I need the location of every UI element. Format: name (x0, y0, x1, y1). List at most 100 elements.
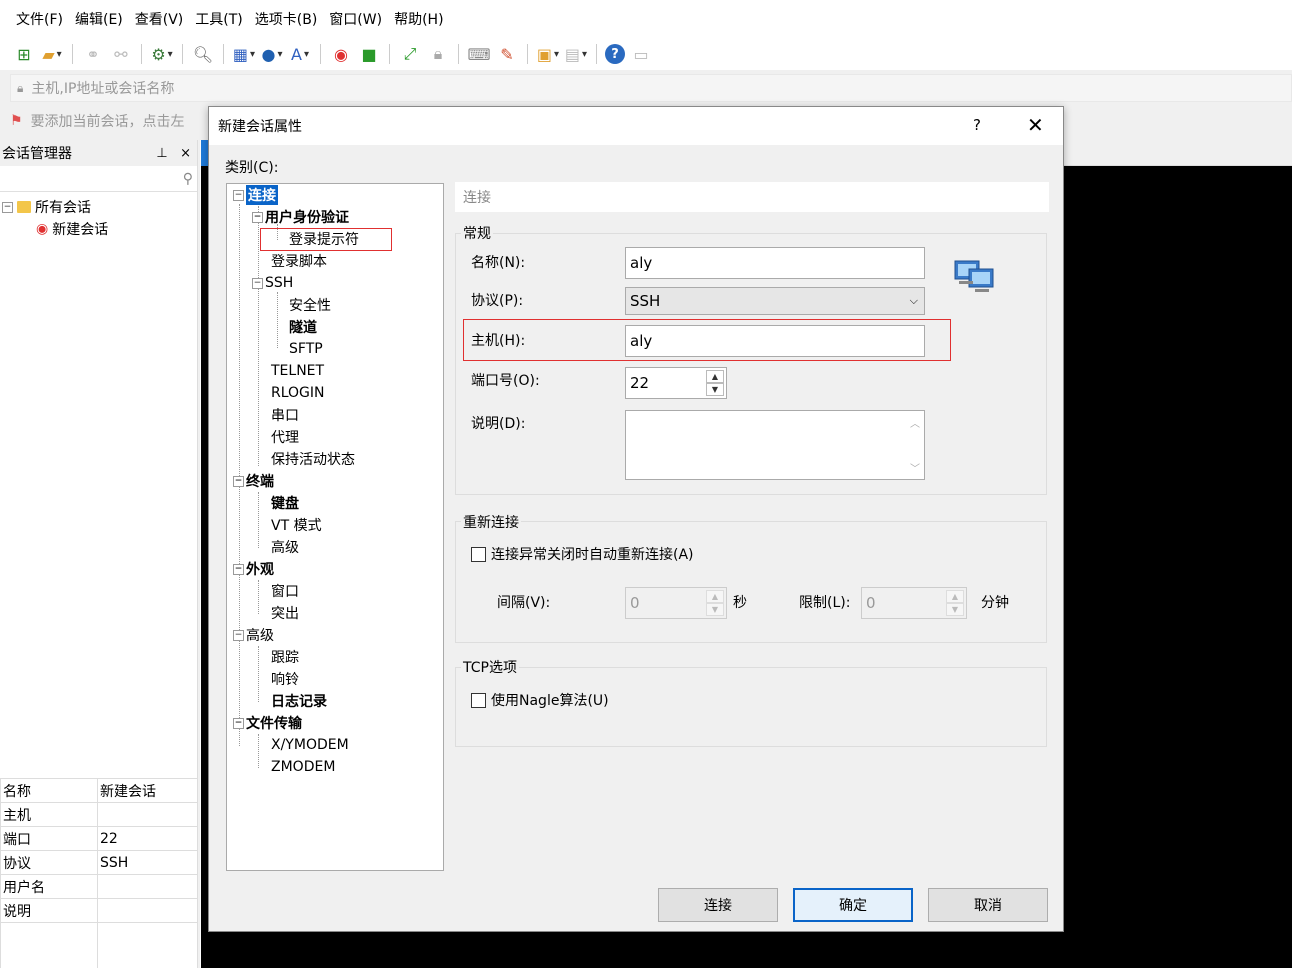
nagle-checkbox[interactable]: 使用Nagle算法(U) (471, 690, 609, 710)
scroll-down-icon[interactable]: ﹀ (910, 460, 920, 475)
tree-item-label: 用户身份验证 (265, 210, 349, 226)
spin-down-icon[interactable]: ▼ (706, 603, 724, 616)
description-field[interactable]: ︿ ﹀ (625, 410, 925, 480)
host-field[interactable]: aly (625, 325, 925, 357)
spin-down-icon[interactable]: ▼ (946, 603, 964, 616)
spin-up-icon[interactable]: ▲ (946, 590, 964, 603)
tree-item-bell[interactable]: 响铃 (271, 668, 299, 690)
scrollbar[interactable]: ︿ ﹀ (906, 411, 924, 479)
tree-item-connection[interactable]: − 连接 (233, 184, 278, 206)
tree-item-terminal[interactable]: − 终端 (233, 470, 274, 492)
menu-edit[interactable]: 编辑(E) (69, 9, 129, 29)
tree-item-logging[interactable]: 日志记录 (271, 690, 327, 712)
menu-tabs[interactable]: 选项卡(B) (249, 9, 324, 29)
new-session-icon[interactable]: ⊞ (12, 42, 36, 66)
open-folder-icon[interactable]: ▰ (40, 42, 64, 66)
spin-down-icon[interactable]: ▼ (706, 383, 724, 396)
tree-item-highlight[interactable]: 突出 (271, 602, 299, 624)
session-search[interactable]: ⚲ (0, 166, 197, 192)
tree-item-terminal-advanced[interactable]: 高级 (271, 536, 299, 558)
tree-item-label: 跟踪 (271, 650, 299, 666)
tree-item-file-transfer[interactable]: − 文件传输 (233, 712, 302, 734)
font-icon[interactable]: A (288, 42, 312, 66)
tree-item-telnet[interactable]: TELNET (271, 360, 324, 382)
tree-item-trace[interactable]: 跟踪 (271, 646, 299, 668)
collapse-icon[interactable]: − (233, 475, 244, 487)
tree-item-serial[interactable]: 串口 (271, 404, 299, 426)
menu-tools[interactable]: 工具(T) (189, 9, 248, 29)
pen-icon[interactable]: ✎ (495, 42, 519, 66)
cancel-button[interactable]: 取消 (928, 888, 1048, 922)
prop-value (97, 898, 198, 923)
tree-item-ssh[interactable]: − SSH (252, 272, 293, 294)
reconnect-group (455, 521, 1047, 643)
auto-reconnect-checkbox[interactable]: 连接异常关闭时自动重新连接(A) (471, 544, 694, 564)
find-icon[interactable]: 🔍︎ (191, 42, 215, 66)
add-folder-icon[interactable]: ▣ (536, 42, 560, 66)
chat-icon[interactable]: ▭ (629, 42, 653, 66)
tree-item-keyboard[interactable]: 键盘 (271, 492, 299, 514)
tree-item-appearance[interactable]: − 外观 (233, 558, 274, 580)
settings-icon[interactable]: ⚙ (150, 42, 174, 66)
keyboard-icon[interactable]: ⌨ (467, 42, 491, 66)
tree-item-sftp[interactable]: SFTP (289, 338, 323, 360)
tree-item-xymodem[interactable]: X/YMODEM (271, 734, 349, 756)
tree-item-keepalive[interactable]: 保持活动状态 (271, 448, 355, 470)
address-bar[interactable]: 🔒︎ 主机,IP地址或会话名称 (10, 74, 1292, 102)
port-stepper[interactable]: 22 ▲ ▼ (625, 367, 727, 399)
menu-view[interactable]: 查看(V) (129, 9, 190, 29)
tree-item-proxy[interactable]: 代理 (271, 426, 299, 448)
collapse-icon[interactable]: − (233, 563, 244, 575)
menu-file[interactable]: 文件(F) (10, 9, 69, 29)
close-icon[interactable]: × (180, 146, 191, 161)
protocol-select[interactable]: SSH ⌵ (625, 287, 925, 315)
help-icon[interactable]: ? (605, 44, 625, 64)
collapse-icon[interactable]: − (252, 277, 263, 289)
link-icon[interactable]: ⚭ (81, 42, 105, 66)
tree-item-auth[interactable]: − 用户身份验证 (252, 206, 349, 228)
search-icon[interactable]: ⚲ (183, 171, 193, 187)
xftp-icon[interactable]: ■ (357, 42, 381, 66)
collapse-icon[interactable]: − (2, 201, 13, 213)
checkbox-box[interactable] (471, 546, 486, 562)
toolbar-separator (141, 44, 142, 64)
panel-icon[interactable]: ▤ (564, 42, 588, 66)
tree-item-label: 键盘 (271, 496, 299, 512)
tree-item-zmodem[interactable]: ZMODEM (271, 756, 335, 778)
collapse-icon[interactable]: − (233, 189, 244, 201)
close-button[interactable]: ✕ (1027, 113, 1044, 137)
interval-stepper[interactable]: 0 ▲ ▼ (625, 587, 727, 619)
collapse-icon[interactable]: − (252, 211, 263, 223)
help-button[interactable]: ? (973, 116, 981, 134)
menu-window[interactable]: 窗口(W) (323, 9, 388, 29)
limit-stepper[interactable]: 0 ▲ ▼ (861, 587, 967, 619)
tree-item-all-sessions[interactable]: − 所有会话 (2, 196, 197, 218)
pin-icon[interactable]: ⊥ (156, 146, 167, 161)
tree-item-rlogin[interactable]: RLOGIN (271, 382, 325, 404)
connect-button[interactable]: 连接 (658, 888, 778, 922)
chevron-down-icon: ⌵ (909, 294, 918, 307)
tree-item-security[interactable]: 安全性 (289, 294, 331, 316)
fullscreen-icon[interactable]: ⤢ (398, 42, 422, 66)
tree-item-label: TELNET (271, 363, 325, 379)
layout-icon[interactable]: ▦ (232, 42, 256, 66)
collapse-icon[interactable]: − (233, 629, 244, 641)
tree-item-login-script[interactable]: 登录脚本 (271, 250, 327, 272)
menu-help[interactable]: 帮助(H) (388, 9, 449, 29)
tree-item-new-session[interactable]: ◉ 新建会话 (2, 218, 197, 240)
tree-item-window[interactable]: 窗口 (271, 580, 299, 602)
name-field[interactable]: aly (625, 247, 925, 279)
collapse-icon[interactable]: − (233, 717, 244, 729)
spin-up-icon[interactable]: ▲ (706, 590, 724, 603)
checkbox-box[interactable] (471, 692, 486, 708)
unlink-icon[interactable]: ⚯ (109, 42, 133, 66)
tree-item-tunnel[interactable]: 隧道 (289, 316, 317, 338)
lock-icon[interactable]: 🔒︎ (426, 42, 450, 66)
scroll-up-icon[interactable]: ︿ (910, 415, 920, 430)
tree-item-vt-mode[interactable]: VT 模式 (271, 514, 322, 536)
spin-up-icon[interactable]: ▲ (706, 370, 724, 383)
xshell-icon[interactable]: ◉ (329, 42, 353, 66)
globe-icon[interactable]: ● (260, 42, 284, 66)
tree-item-advanced[interactable]: − 高级 (233, 624, 274, 646)
ok-button[interactable]: 确定 (793, 888, 913, 922)
